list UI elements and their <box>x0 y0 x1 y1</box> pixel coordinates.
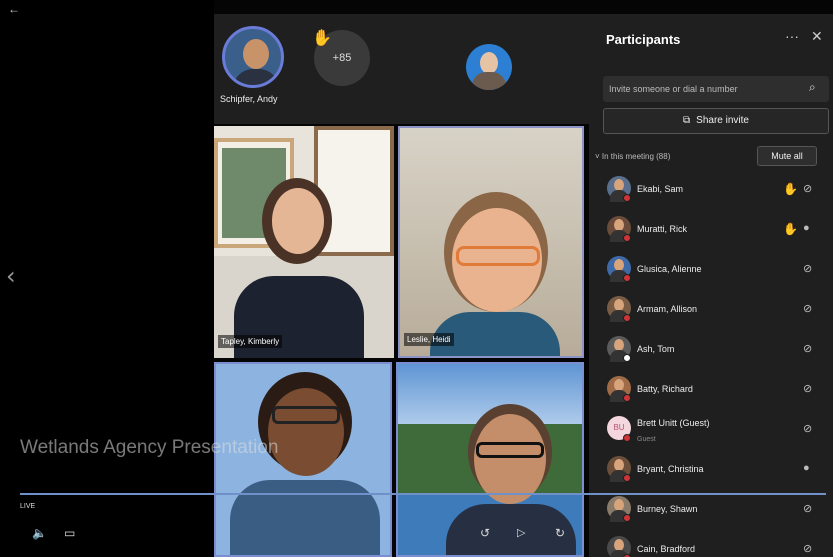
share-invite-label: Share invite <box>696 115 749 126</box>
live-label: LIVE <box>20 503 36 510</box>
featured-participant-name: Schipfer, Andy <box>220 94 278 104</box>
share-invite-button[interactable]: ⧉ Share invite <box>603 108 829 134</box>
video-tile-active[interactable]: Leslie, Heidi <box>398 126 584 358</box>
captions-icon[interactable]: ▭ <box>64 526 75 540</box>
participant-row[interactable]: BU Brett Unitt (Guest) Guest ⊘ <box>603 412 829 448</box>
presence-status-dot <box>623 394 631 402</box>
participant-row[interactable]: Cain, Bradford ⊘ <box>603 532 829 557</box>
participant-strip: Schipfer, Andy +85 ✋ <box>214 14 589 124</box>
volume-icon[interactable]: 🔈 <box>32 526 47 540</box>
mic-off-icon[interactable]: ⊘ <box>803 422 812 435</box>
raised-hand-icon: ✋ <box>312 30 332 47</box>
presence-status-dot <box>623 234 631 242</box>
presence-status-dot <box>623 194 631 202</box>
mic-off-icon[interactable]: ⊘ <box>803 502 812 515</box>
raised-hand-icon: ✋ <box>783 182 798 196</box>
participant-name: Armam, Allison <box>637 304 698 314</box>
participant-row[interactable]: Glusica, Alienne ⊘ <box>603 252 829 288</box>
mic-icon[interactable]: ● <box>803 462 810 474</box>
presentation-video-area: ← ‹ <box>0 0 214 557</box>
participant-name: Burney, Shawn <box>637 504 698 514</box>
participant-row[interactable]: Muratti, Rick ✋ ● <box>603 212 829 248</box>
featured-participant-avatar[interactable] <box>222 26 284 88</box>
in-meeting-section-toggle[interactable]: ˅ In this meeting (88) <box>595 152 670 161</box>
rewind-icon[interactable]: ↺ <box>480 526 490 540</box>
participant-row[interactable]: Ash, Tom ⊘ <box>603 332 829 368</box>
participant-name: Ash, Tom <box>637 344 675 354</box>
presence-status-dot <box>623 434 631 442</box>
more-options-icon[interactable]: ··· <box>785 28 799 44</box>
participant-row[interactable]: Burney, Shawn ⊘ <box>603 492 829 528</box>
participant-name: Batty, Richard <box>637 384 693 394</box>
participant-name: Brett Unitt (Guest) <box>637 418 710 428</box>
mic-off-icon[interactable]: ⊘ <box>803 182 812 195</box>
video-tile-name: Leslie, Heidi <box>404 333 454 346</box>
participant-row[interactable]: Bryant, Christina ● <box>603 452 829 488</box>
participant-name: Glusica, Alienne <box>637 264 702 274</box>
mic-off-icon[interactable]: ⊘ <box>803 342 812 355</box>
raised-hand-icon: ✋ <box>783 222 798 236</box>
presentation-title: Wetlands Agency Presentation <box>20 437 279 458</box>
participant-name: Muratti, Rick <box>637 224 688 234</box>
invite-search-box: ⌕ <box>603 76 829 102</box>
invite-input[interactable] <box>609 80 799 98</box>
presence-status-dot <box>623 314 631 322</box>
participant-avatar[interactable] <box>466 44 512 90</box>
video-tile-name: Tapley, Kimberly <box>218 335 283 348</box>
previous-chevron-icon[interactable]: ‹ <box>6 262 16 290</box>
participant-name: Cain, Bradford <box>637 544 696 554</box>
participant-row[interactable]: Armam, Allison ⊘ <box>603 292 829 328</box>
presence-status-dot <box>623 514 631 522</box>
panel-title: Participants <box>606 32 681 47</box>
participant-name: Ekabi, Sam <box>637 184 684 194</box>
video-tile[interactable] <box>214 362 392 557</box>
presence-status-dot <box>623 474 631 482</box>
presence-status-dot <box>623 274 631 282</box>
mute-all-button[interactable]: Mute all <box>757 146 817 166</box>
play-icon[interactable]: ▷ <box>517 526 525 539</box>
participant-name: Bryant, Christina <box>637 464 704 474</box>
participants-panel: Participants ··· ✕ ⌕ ⧉ Share invite ˅ In … <box>589 14 833 557</box>
participant-row[interactable]: Batty, Richard ⊘ <box>603 372 829 408</box>
mic-off-icon[interactable]: ⊘ <box>803 382 812 395</box>
close-icon[interactable]: ✕ <box>811 28 823 45</box>
mic-off-icon[interactable]: ⊘ <box>803 542 812 555</box>
share-icon: ⧉ <box>683 115 691 126</box>
participant-row[interactable]: Ekabi, Sam ✋ ⊘ <box>603 172 829 208</box>
playback-progress-bar[interactable] <box>20 493 826 495</box>
video-tile[interactable]: Tapley, Kimberly <box>214 126 394 358</box>
mic-off-icon[interactable]: ⊘ <box>803 262 812 275</box>
mic-off-icon[interactable]: ⊘ <box>803 302 812 315</box>
participant-role: Guest <box>637 436 656 443</box>
presence-status-dot <box>623 354 631 362</box>
back-arrow-icon[interactable]: ← <box>8 2 20 16</box>
search-icon[interactable]: ⌕ <box>809 80 816 95</box>
meeting-stage: ← ‹ Schipfer, Andy +85 ✋ Tapley, Kimberl… <box>0 0 833 557</box>
mic-icon[interactable]: ● <box>803 222 810 234</box>
forward-icon[interactable]: ↻ <box>555 526 565 540</box>
